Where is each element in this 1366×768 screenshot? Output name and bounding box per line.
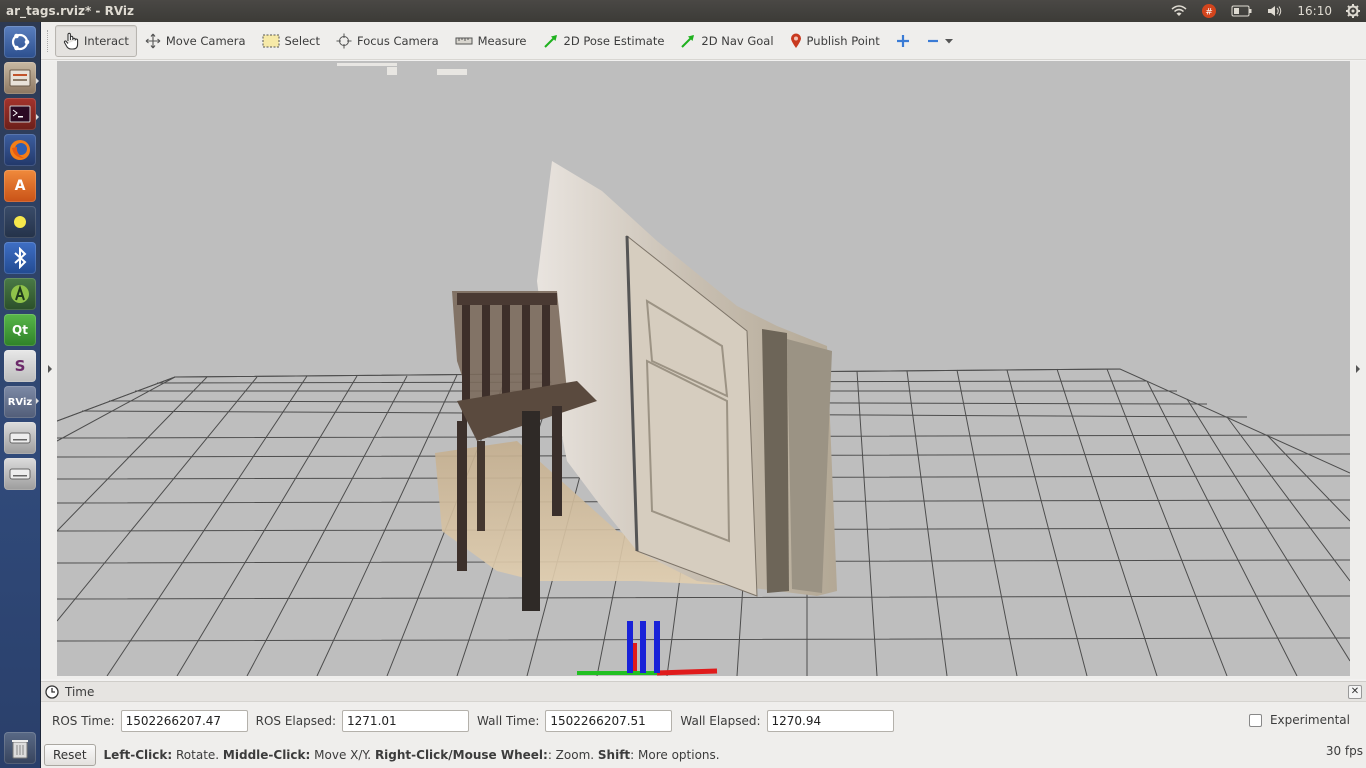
green-arrow-icon [543, 34, 557, 48]
interact-label: Interact [84, 33, 129, 48]
firefox-icon[interactable] [4, 134, 36, 166]
clock[interactable]: 16:10 [1297, 4, 1332, 18]
shift-text: : More options. [630, 747, 720, 762]
experimental-toggle[interactable]: Experimental [1248, 713, 1350, 727]
pose-estimate-label: 2D Pose Estimate [563, 33, 665, 48]
terminal-icon[interactable] [4, 98, 36, 130]
ros-elapsed-field[interactable] [342, 710, 470, 732]
status-bar: Reset Left-Click: Rotate. Middle-Click: … [41, 741, 1366, 768]
right-click-key: Right-Click/Mouse Wheel: [374, 747, 548, 762]
time-panel: Time ✕ ROS Time: ROS Elapsed: Wall Time:… [41, 681, 1366, 741]
close-icon[interactable]: ✕ [1348, 685, 1362, 699]
render-panel-frame [41, 61, 1366, 679]
ros-elapsed-label: ROS Elapsed: [255, 714, 337, 728]
running-indicator [36, 398, 39, 404]
wall-elapsed-label: Wall Elapsed: [680, 714, 761, 728]
drive-icon-1[interactable] [4, 422, 36, 454]
map-pin-icon [790, 33, 801, 48]
expand-right-arrow-icon [1356, 365, 1360, 373]
remove-tool-button[interactable] [918, 25, 961, 57]
ubuntu-dash-icon[interactable] [4, 26, 36, 58]
rviz-icon[interactable]: RViz [4, 386, 36, 418]
wall-time-field[interactable] [545, 710, 673, 732]
selection-rectangle-icon [262, 34, 279, 47]
wall-time-label: Wall Time: [477, 714, 540, 728]
green-arrow-icon [681, 34, 695, 48]
file-manager-icon[interactable] [4, 62, 36, 94]
qt-creator-icon[interactable]: Qt [4, 314, 36, 346]
add-tool-button[interactable] [888, 25, 918, 57]
software-center-icon[interactable]: A [4, 170, 36, 202]
clock-icon [45, 684, 59, 699]
3d-render-view[interactable] [57, 61, 1350, 676]
pose-estimate-tool-button[interactable]: 2D Pose Estimate [535, 25, 673, 57]
right-dock-splitter[interactable] [1350, 61, 1366, 679]
plus-icon [896, 34, 909, 47]
expand-left-arrow-icon [48, 365, 52, 373]
middle-click-text: Move X/Y. [310, 747, 375, 762]
nav-goal-tool-button[interactable]: 2D Nav Goal [672, 25, 781, 57]
ros-time-label: ROS Time: [52, 714, 115, 728]
focus-camera-label: Focus Camera [356, 33, 439, 48]
middle-click-key: Middle-Click: [222, 747, 311, 762]
trash-icon[interactable] [4, 732, 36, 764]
focus-camera-tool-button[interactable]: Focus Camera [328, 25, 447, 57]
drive-icon-2[interactable] [4, 458, 36, 490]
fps-counter: 30 fps [1325, 744, 1363, 758]
measure-tool-button[interactable]: Measure [447, 25, 535, 57]
left-click-text: Rotate. [172, 747, 223, 762]
experimental-checkbox[interactable] [1248, 713, 1262, 727]
dropdown-arrow-icon [944, 38, 953, 43]
time-panel-title: Time [65, 684, 95, 699]
android-studio-icon[interactable] [4, 278, 36, 310]
ruler-icon [455, 37, 473, 44]
wifi-icon[interactable] [1171, 5, 1187, 17]
slack-icon[interactable]: S [4, 350, 36, 382]
move-camera-label: Move Camera [165, 33, 246, 48]
toolbar-grip[interactable] [47, 29, 51, 52]
ros-time-field[interactable] [120, 710, 248, 732]
time-panel-header: Time ✕ [41, 682, 1366, 702]
hand-pointer-icon [63, 32, 79, 50]
status-hint: Left-Click: Rotate. Middle-Click: Move X… [104, 748, 720, 762]
publish-point-label: Publish Point [806, 33, 880, 48]
publish-point-tool-button[interactable]: Publish Point [782, 25, 888, 57]
select-label: Select [284, 33, 320, 48]
move-camera-tool-button[interactable]: Move Camera [137, 25, 254, 57]
nav-goal-label: 2D Nav Goal [701, 33, 774, 48]
reset-button[interactable]: Reset [44, 743, 96, 766]
shift-key: Shift [597, 747, 631, 762]
battery-icon[interactable] [1231, 5, 1253, 17]
select-tool-button[interactable]: Select [254, 25, 328, 57]
tools-toolbar: Interact Move Camera Select Focus Camera… [41, 22, 1366, 60]
window-title: ar_tags.rviz* - RViz [6, 4, 135, 18]
gear-icon[interactable] [1346, 4, 1360, 18]
launcher: A Qt S RViz [0, 22, 41, 768]
left-dock-splitter[interactable] [41, 61, 57, 679]
svg-text:#: # [1206, 8, 1214, 18]
brightness-icon[interactable] [4, 206, 36, 238]
interact-tool-button[interactable]: Interact [55, 24, 137, 57]
wall-elapsed-field[interactable] [766, 710, 894, 732]
left-click-key: Left-Click: [103, 747, 173, 762]
right-click-text: : Zoom. [547, 747, 598, 762]
experimental-label: Experimental [1269, 713, 1350, 727]
minus-icon [927, 39, 938, 42]
crosshair-icon [336, 33, 352, 48]
bluetooth-icon[interactable] [4, 242, 36, 274]
keyboard-indicator-icon[interactable]: # [1201, 3, 1217, 19]
system-indicators: # 16:10 [1171, 0, 1366, 22]
measure-label: Measure [477, 33, 527, 48]
volume-icon[interactable] [1267, 5, 1283, 17]
running-indicator [36, 78, 39, 84]
running-indicator [36, 114, 39, 120]
time-fields-row: ROS Time: ROS Elapsed: Wall Time: Wall E… [41, 702, 1366, 740]
top-panel: ar_tags.rviz* - RViz # 16:10 [0, 0, 1366, 22]
point-cloud-scene [57, 61, 1350, 676]
move-arrows-icon [145, 33, 161, 48]
